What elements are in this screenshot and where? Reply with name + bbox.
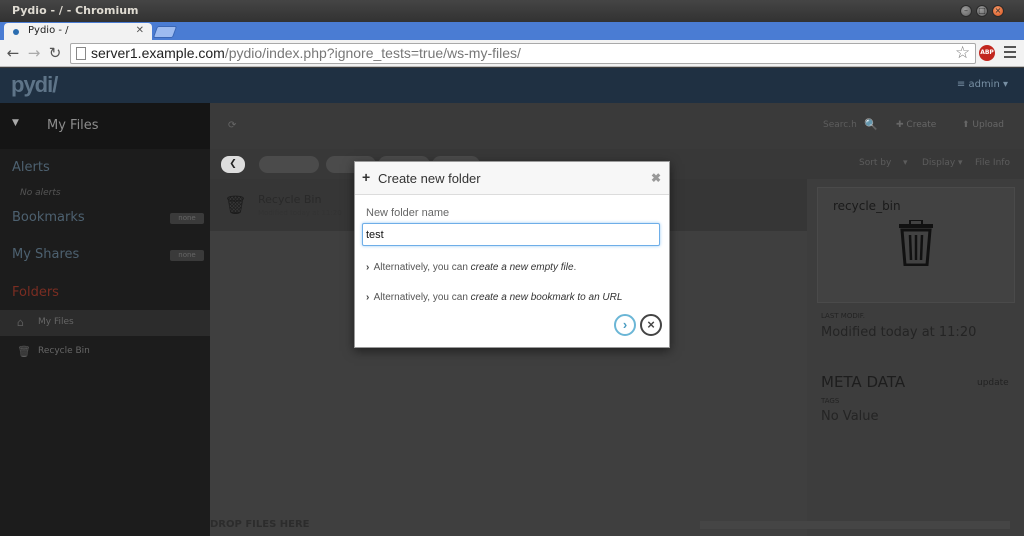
favicon-icon bbox=[13, 29, 19, 35]
new-tab-button[interactable] bbox=[152, 26, 178, 38]
close-window-button[interactable]: × bbox=[992, 5, 1004, 17]
tags-value: No Value bbox=[821, 409, 879, 424]
trash-icon: 🗑 bbox=[17, 345, 31, 358]
url-text: server1.example.com/pydio/index.php?igno… bbox=[91, 45, 521, 61]
dialog-title: Create new folder bbox=[378, 171, 481, 186]
alt-create-file: › Alternatively, you can create a new em… bbox=[366, 262, 577, 273]
shares-title: My Shares bbox=[12, 247, 80, 262]
bookmarks-toggle[interactable]: none bbox=[170, 213, 204, 224]
app-header: pydi/ ≡ admin ▾ bbox=[0, 68, 1024, 103]
file-info-button[interactable]: File Info bbox=[975, 158, 1010, 168]
workspace-title: My Files bbox=[47, 118, 99, 133]
adblock-icon[interactable]: ABP bbox=[979, 45, 995, 61]
trash-icon bbox=[899, 220, 933, 266]
create-empty-file-link[interactable]: create a new empty file bbox=[471, 262, 574, 273]
back-arrow-icon[interactable]: ← bbox=[4, 44, 22, 62]
user-menu[interactable]: ≡ admin ▾ bbox=[957, 79, 1008, 90]
minimize-button[interactable]: – bbox=[960, 5, 972, 17]
last-modified-value: Modified today at 11:20 bbox=[821, 325, 977, 340]
alt-prefix: Alternatively, you can bbox=[373, 292, 468, 303]
tree-item-my-files[interactable]: ⌂ My Files bbox=[0, 310, 210, 336]
info-card: recycle_bin bbox=[817, 187, 1015, 303]
create-button[interactable]: ✚ Create bbox=[896, 120, 936, 130]
sidebar: ▼ My Files Alerts No alerts Bookmarks no… bbox=[0, 103, 210, 536]
chevron-right-icon: › bbox=[366, 262, 370, 273]
create-folder-dialog: + Create new folder ✖ New folder name › … bbox=[354, 161, 670, 348]
sort-bar: Sort by ▾ Display ▾ File Info bbox=[807, 149, 1024, 179]
page-icon bbox=[76, 47, 86, 60]
footer-bar bbox=[700, 521, 1010, 529]
create-bookmark-link[interactable]: create a new bookmark to an URL bbox=[471, 292, 623, 303]
browser-tab[interactable]: Pydio - / ✕ bbox=[4, 23, 152, 40]
url-host: server1.example.com bbox=[91, 45, 225, 61]
item-modified: Modified today at 11:20 bbox=[258, 209, 342, 217]
bookmark-star-icon[interactable]: ☆ bbox=[955, 43, 970, 63]
plus-icon: + bbox=[362, 169, 371, 185]
folder-name-input[interactable] bbox=[362, 223, 660, 246]
search-icon[interactable]: 🔍 bbox=[864, 118, 878, 131]
browser-toolbar: ← → ↻ server1.example.com/pydio/index.ph… bbox=[0, 40, 1024, 67]
alt-create-bookmark: › Alternatively, you can create a new bo… bbox=[366, 292, 622, 303]
tree-item-label: Recycle Bin bbox=[38, 346, 90, 356]
refresh-icon[interactable]: ⟳ bbox=[228, 120, 236, 131]
alt-prefix: Alternatively, you can bbox=[373, 262, 468, 273]
workspace-switcher[interactable]: ▼ My Files bbox=[0, 103, 210, 149]
alerts-title: Alerts bbox=[12, 160, 50, 175]
drop-zone-hint: DROP FILES HERE bbox=[210, 519, 310, 530]
tags-label: TAGS bbox=[821, 397, 840, 405]
forward-arrow-icon[interactable]: → bbox=[25, 44, 43, 62]
plus-icon: ✚ bbox=[896, 120, 907, 130]
create-label: Create bbox=[906, 120, 937, 130]
folder-name-label: New folder name bbox=[366, 207, 450, 219]
window-titlebar: Pydio - / - Chromium – □ × bbox=[0, 0, 1024, 22]
address-bar[interactable]: server1.example.com/pydio/index.php?igno… bbox=[70, 43, 976, 64]
back-button[interactable]: ❮ bbox=[221, 156, 245, 173]
window-title: Pydio - / - Chromium bbox=[12, 4, 139, 17]
pydio-logo: pydi/ bbox=[11, 72, 58, 97]
dialog-close-icon[interactable]: ✖ bbox=[651, 171, 661, 185]
upload-button[interactable]: ⬆ Upload bbox=[962, 120, 1004, 130]
tab-strip: Pydio - / ✕ bbox=[0, 22, 1024, 40]
shares-toggle[interactable]: none bbox=[170, 250, 204, 261]
main-toolbar: ⟳ Searc.h 🔍 ✚ Create ⬆ Upload bbox=[210, 103, 1024, 149]
meta-update-button[interactable]: update bbox=[977, 378, 1009, 388]
dialog-header: + Create new folder ✖ bbox=[355, 162, 669, 195]
submit-button[interactable]: › bbox=[614, 314, 636, 336]
search-input[interactable]: Searc.h bbox=[823, 120, 857, 130]
tree-item-recycle-bin[interactable]: 🗑 Recycle Bin bbox=[0, 339, 210, 365]
reload-icon[interactable]: ↻ bbox=[46, 44, 64, 62]
url-path: /pydio/index.php?ignore_tests=true/ws-my… bbox=[224, 45, 521, 61]
alerts-empty: No alerts bbox=[20, 188, 61, 198]
folders-title: Folders bbox=[12, 285, 59, 300]
tab-close-icon[interactable]: ✕ bbox=[136, 25, 144, 36]
tree-item-label: My Files bbox=[38, 317, 74, 327]
breadcrumb-item[interactable] bbox=[259, 156, 319, 173]
maximize-button[interactable]: □ bbox=[976, 5, 988, 17]
info-card-title: recycle_bin bbox=[833, 199, 901, 213]
home-icon: ⌂ bbox=[17, 316, 24, 329]
tab-title: Pydio - / bbox=[28, 25, 69, 36]
last-modified-label: LAST MODIF. bbox=[821, 312, 865, 320]
cancel-button[interactable]: × bbox=[640, 314, 662, 336]
browser-menu-icon[interactable] bbox=[1004, 46, 1016, 58]
chevron-right-icon: › bbox=[366, 292, 370, 303]
upload-icon: ⬆ bbox=[962, 120, 973, 130]
item-name: Recycle Bin bbox=[258, 193, 322, 206]
bookmarks-title: Bookmarks bbox=[12, 210, 85, 225]
meta-data-title: META DATA bbox=[821, 373, 906, 391]
display-button[interactable]: Display ▾ bbox=[922, 158, 963, 168]
trash-icon: 🗑 bbox=[224, 195, 247, 216]
sort-by-button[interactable]: Sort by bbox=[859, 158, 891, 168]
caret-down-icon: ▼ bbox=[12, 118, 19, 128]
sort-caret-icon[interactable]: ▾ bbox=[903, 158, 908, 168]
upload-label: Upload bbox=[972, 120, 1004, 130]
